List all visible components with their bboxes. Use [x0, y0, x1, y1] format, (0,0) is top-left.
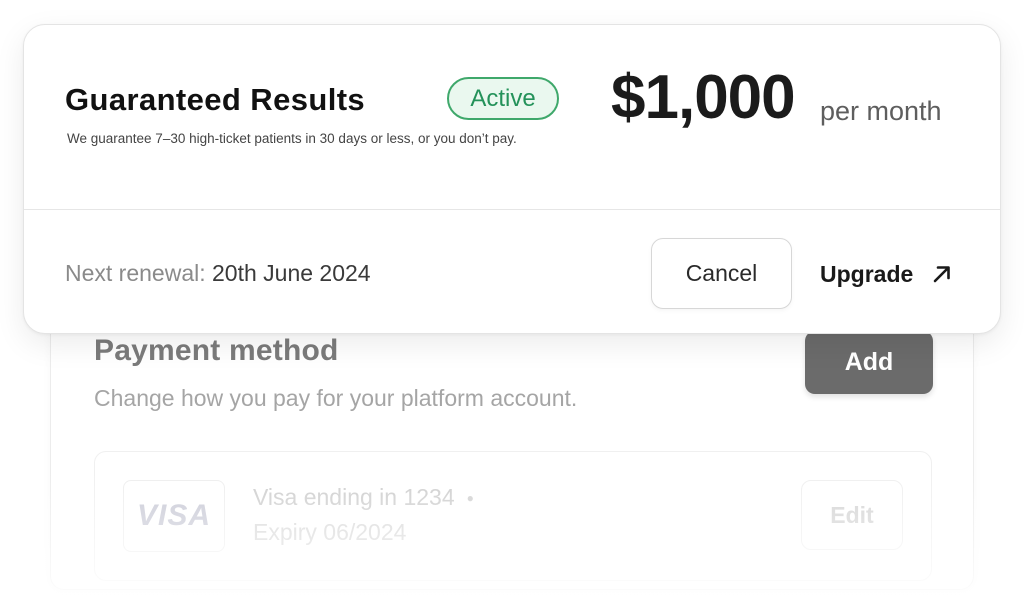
subscription-plan-card: Guaranteed Results Active We guarantee 7…	[23, 24, 1001, 334]
upgrade-label: Upgrade	[820, 260, 914, 287]
plan-price: $1,000	[611, 63, 796, 132]
card-divider	[24, 209, 1000, 210]
arrow-up-right-icon	[931, 263, 953, 285]
status-badge: Active	[447, 77, 559, 120]
upgrade-button[interactable]: Upgrade	[820, 251, 953, 297]
renewal-label: Next renewal:	[65, 260, 206, 286]
payment-card-row: VISA Visa ending in 1234 ● Expiry 06/202…	[94, 451, 932, 581]
cancel-subscription-button[interactable]: Cancel	[651, 238, 792, 309]
renewal-date: 20th June 2024	[212, 260, 371, 286]
payment-method-title: Payment method	[94, 334, 339, 367]
card-expiry-text: Expiry 06/2024	[253, 519, 407, 545]
edit-card-button[interactable]: Edit	[801, 480, 903, 550]
card-ending-line: Visa ending in 1234 ●	[253, 484, 474, 511]
plan-period: per month	[820, 96, 942, 126]
payment-method-card: Payment method Change how you pay for yo…	[50, 300, 974, 590]
plan-description: We guarantee 7–30 high-ticket patients i…	[67, 131, 517, 146]
payment-method-subtitle: Change how you pay for your platform acc…	[94, 385, 578, 411]
card-ending-text: Visa ending in 1234	[253, 484, 455, 510]
visa-logo: VISA	[123, 480, 225, 552]
renewal-info: Next renewal: 20th June 2024	[65, 260, 371, 287]
add-payment-button[interactable]: Add	[805, 331, 933, 394]
separator-dot-icon: ●	[466, 490, 474, 505]
plan-title: Guaranteed Results	[65, 82, 366, 117]
